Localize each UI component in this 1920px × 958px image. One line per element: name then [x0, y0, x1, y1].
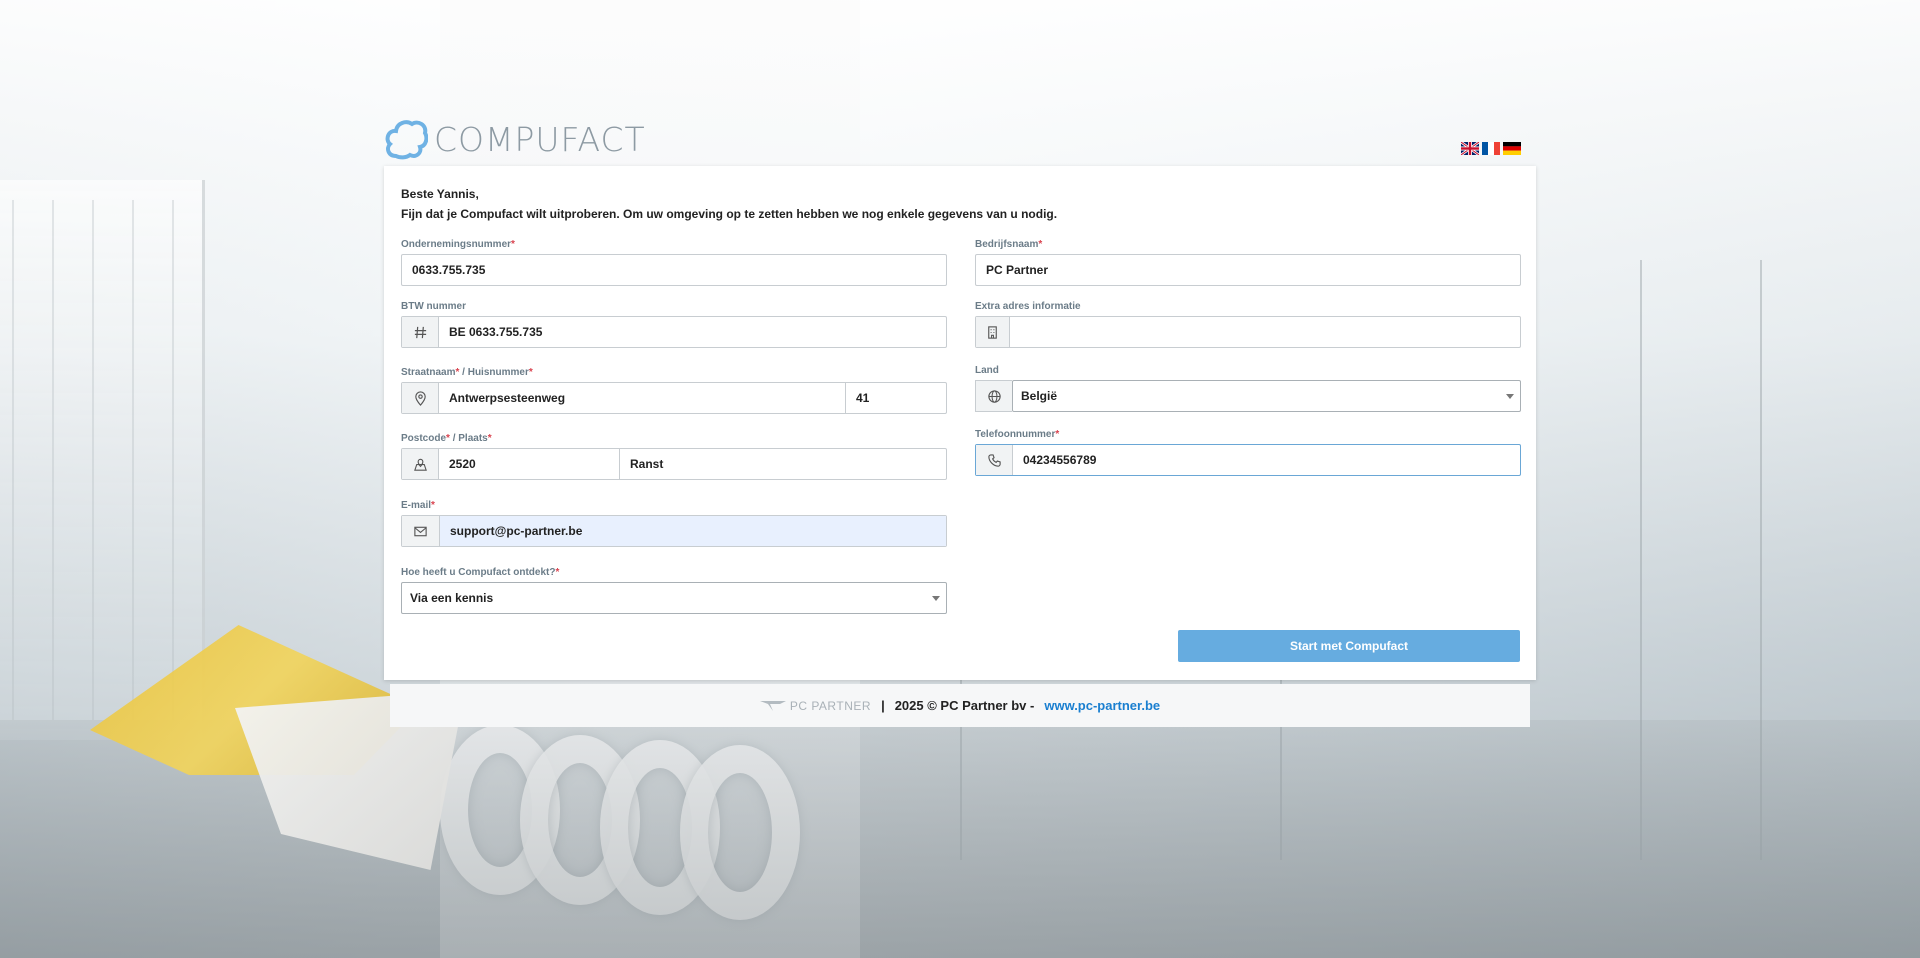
- footer-separator: |: [881, 698, 885, 713]
- cloud-logo-icon: [385, 120, 428, 160]
- globe-icon: [975, 380, 1012, 412]
- greeting: Beste Yannis,: [401, 187, 479, 201]
- chevron-down-icon: [932, 596, 940, 601]
- flag-de-icon[interactable]: [1503, 142, 1521, 155]
- phone-field: [975, 444, 1521, 476]
- compufact-logo: COMPUFACT: [384, 118, 646, 160]
- email-label: E-mail*: [401, 500, 435, 511]
- company-number-field: [401, 254, 947, 286]
- city-input[interactable]: [619, 449, 946, 479]
- language-switcher: [1461, 142, 1521, 155]
- company-name-field: [975, 254, 1521, 286]
- street-field: [401, 382, 1026, 414]
- brand-name: COMPUFACT: [434, 119, 646, 159]
- chevron-down-icon: [1506, 394, 1514, 399]
- pc-partner-logo-icon: [759, 700, 786, 711]
- company-number-input[interactable]: [402, 255, 946, 285]
- pc-partner-logo: PC PARTNER: [759, 699, 871, 713]
- building-icon: [976, 317, 1010, 347]
- street-input[interactable]: [439, 383, 845, 413]
- discovery-select[interactable]: Via een kennis: [401, 582, 947, 614]
- vat-input[interactable]: [439, 317, 946, 347]
- street-label: Straatnaam* / Huisnummer*: [401, 367, 533, 378]
- footer: PC PARTNER | 2025 © PC Partner bv - www.…: [390, 684, 1530, 727]
- extra-address-input[interactable]: [1010, 317, 1520, 347]
- hash-icon: [402, 317, 439, 347]
- country-value: België: [1021, 389, 1058, 403]
- discovery-label: Hoe heeft u Compufact ontdekt?*: [401, 567, 560, 578]
- footer-website-link[interactable]: www.pc-partner.be: [1044, 698, 1160, 713]
- flag-uk-icon[interactable]: [1461, 142, 1479, 155]
- vat-label: BTW nummer: [401, 301, 466, 312]
- vat-field: [401, 316, 947, 348]
- map-icon: [402, 449, 439, 479]
- email-field: [401, 515, 947, 547]
- start-button[interactable]: Start met Compufact: [1178, 630, 1520, 662]
- email-input[interactable]: [440, 516, 946, 546]
- map-pin-icon: [402, 383, 439, 413]
- form-right-column: Bedrijfsnaam* Extra adres informatie Lan…: [975, 238, 1521, 476]
- extra-address-field: [975, 316, 1521, 348]
- country-select[interactable]: België: [1012, 380, 1521, 412]
- country-field: België: [975, 380, 1521, 412]
- footer-copyright: 2025 © PC Partner bv -: [894, 698, 1035, 713]
- form-left-column: Ondernemingsnummer* BTW nummer Straatnaa…: [401, 238, 1026, 614]
- phone-label: Telefoonnummer*: [975, 429, 1060, 440]
- company-name-label: Bedrijfsnaam*: [975, 239, 1043, 250]
- postcode-input[interactable]: [439, 449, 619, 479]
- registration-card: Beste Yannis, Fijn dat je Compufact wilt…: [384, 166, 1536, 680]
- extra-address-label: Extra adres informatie: [975, 301, 1081, 312]
- envelope-icon: [402, 516, 440, 546]
- intro-text: Beste Yannis, Fijn dat je Compufact wilt…: [401, 184, 1057, 224]
- company-name-input[interactable]: [976, 255, 1520, 285]
- intro-message: Fijn dat je Compufact wilt uitproberen. …: [401, 207, 1058, 221]
- postcode-field: [401, 448, 947, 480]
- phone-icon: [976, 445, 1013, 475]
- phone-input[interactable]: [1013, 445, 1520, 475]
- discovery-value: Via een kennis: [410, 591, 494, 605]
- postcode-label: Postcode* / Plaats*: [401, 433, 492, 444]
- flag-fr-icon[interactable]: [1482, 142, 1500, 155]
- company-number-label: Ondernemingsnummer*: [401, 239, 515, 250]
- country-label: Land: [975, 365, 999, 376]
